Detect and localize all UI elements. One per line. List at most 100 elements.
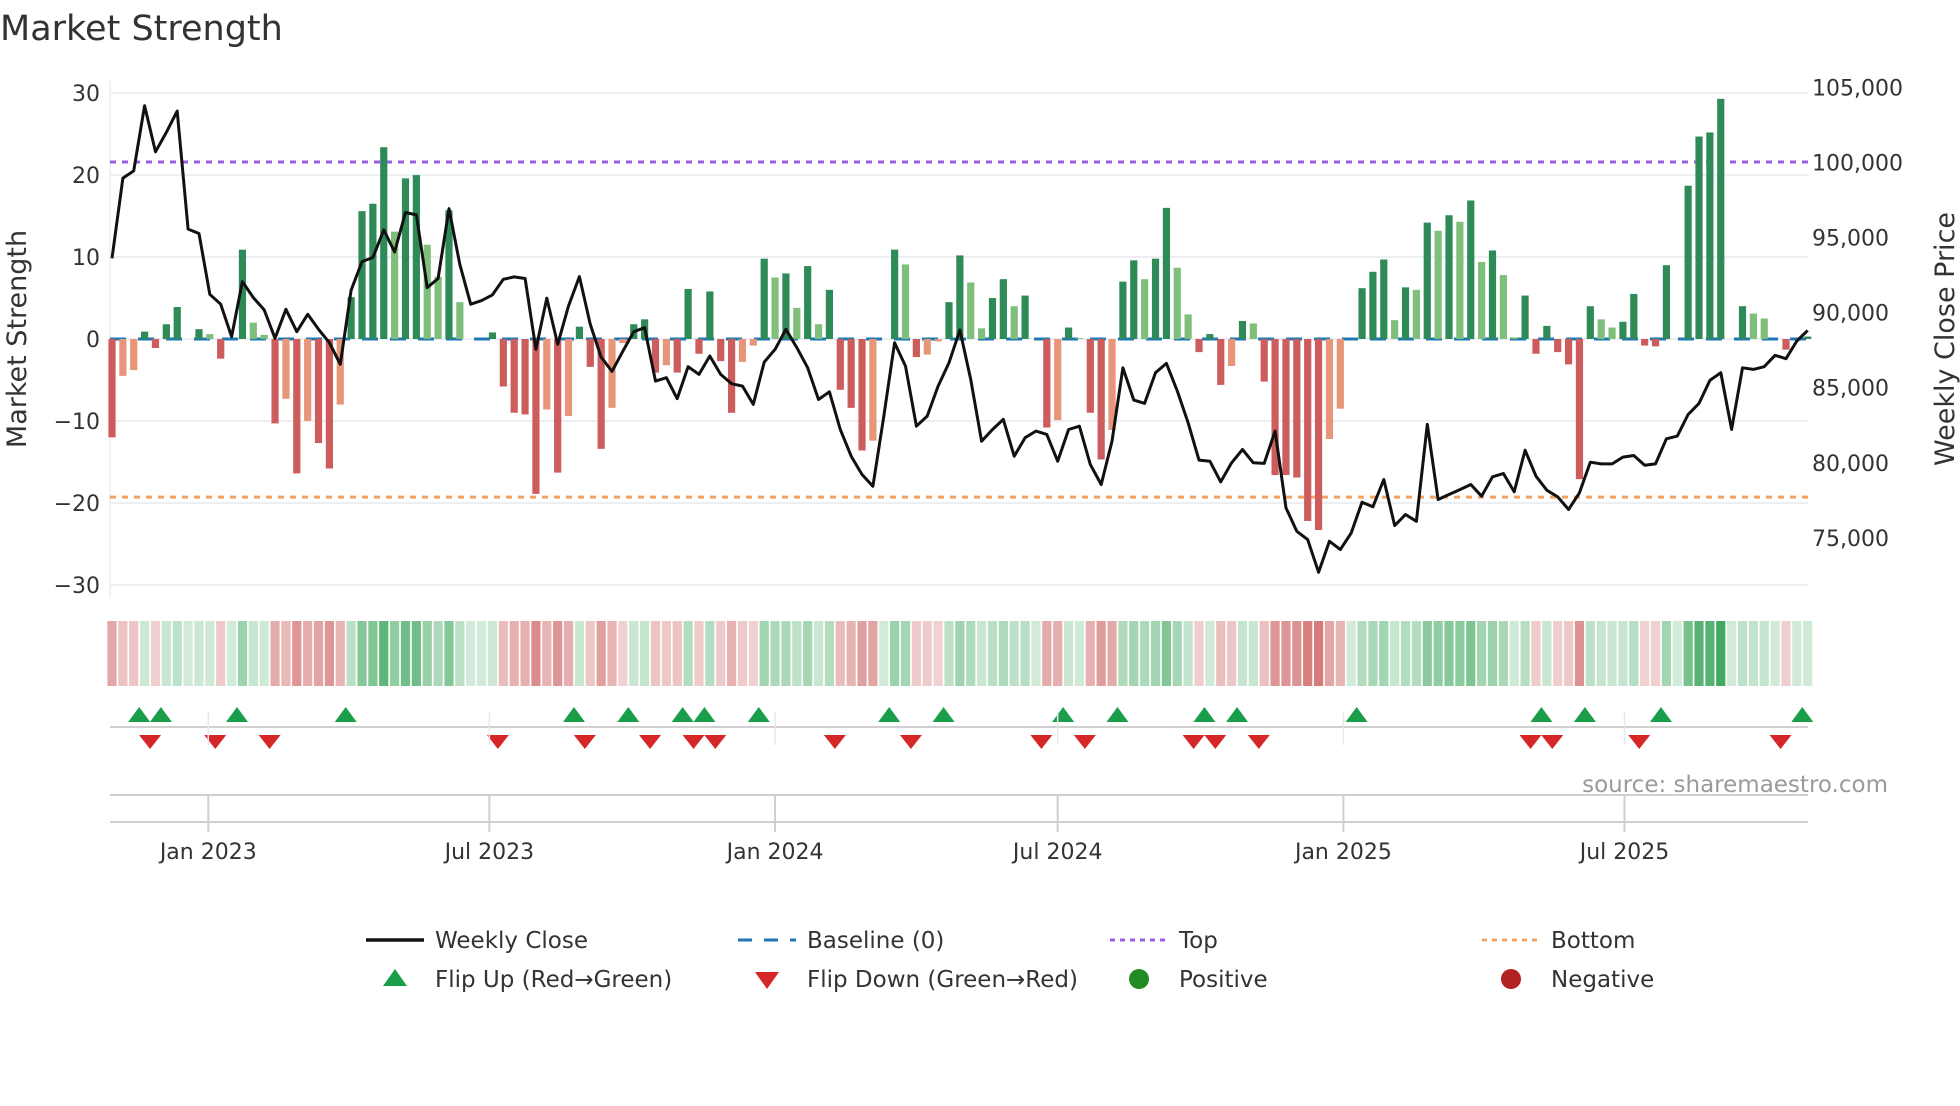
y-axis-right: 105,000 100,000 95,000 90,000 85,000 80,000 75… — [1812, 76, 1903, 552]
y2-tick-label: 80,000 — [1812, 452, 1889, 477]
flip-up-marker — [334, 707, 357, 722]
strength-bar — [108, 339, 116, 438]
strength-bar — [282, 339, 290, 399]
y-tick-label: −30 — [54, 574, 100, 599]
strength-bar — [586, 339, 594, 367]
strip-cell — [1368, 621, 1378, 686]
strength-bar — [260, 334, 268, 339]
strip-cell — [1259, 621, 1269, 686]
strip-cell — [835, 621, 845, 686]
flip-down-marker — [682, 735, 705, 749]
strength-bar — [1597, 319, 1605, 339]
strip-cell — [1335, 621, 1345, 686]
strength-bar — [1434, 230, 1442, 339]
strength-bar — [1206, 334, 1214, 339]
strip-cell — [857, 621, 867, 686]
strip-cell — [1640, 621, 1650, 686]
strip-cell — [281, 621, 291, 686]
x-tick-label: Jul 2024 — [1011, 840, 1103, 865]
flip-up-marker — [693, 707, 716, 722]
strength-bar — [978, 328, 986, 339]
strip-cell — [640, 621, 650, 686]
strength-bar — [380, 147, 388, 339]
strength-bar — [358, 211, 366, 339]
strength-bar — [206, 334, 214, 339]
chart-title: Market Strength — [0, 9, 283, 49]
strip-cell — [629, 621, 639, 686]
strength-bar — [967, 282, 975, 339]
strength-bar — [554, 339, 562, 473]
strip-cell — [574, 621, 585, 686]
strip-cell — [205, 621, 215, 686]
strip-cell — [900, 621, 911, 686]
strip-cell — [998, 621, 1008, 686]
strength-bar — [1217, 339, 1225, 385]
strip-cell — [1705, 621, 1715, 686]
strength-bar — [1282, 339, 1290, 476]
strip-cell — [324, 621, 334, 686]
strength-bar — [988, 298, 997, 339]
strip-cell — [879, 621, 889, 686]
strength-bar — [151, 339, 160, 349]
strength-bar — [1141, 279, 1149, 339]
strip-cell — [890, 621, 900, 686]
strip-cell — [1487, 621, 1498, 686]
strip-cell — [498, 621, 508, 686]
strip-cell — [683, 621, 693, 686]
strength-bar — [1304, 339, 1312, 521]
flip-down-marker — [139, 735, 162, 749]
strength-bar — [1021, 295, 1029, 339]
flip-up-marker — [878, 707, 901, 722]
strength-bar — [999, 279, 1007, 339]
y2-axis-title: Weekly Close Price — [1930, 212, 1960, 466]
strength-bar — [1314, 339, 1323, 530]
strip-cell — [1563, 621, 1574, 686]
strength-bar — [1260, 339, 1268, 382]
market-strength-chart: Market Strength 30 20 10 0 −10 −20 −30 105,000… — [0, 9, 1960, 993]
strength-bar — [695, 339, 703, 354]
y2-tick-label: 75,000 — [1812, 527, 1889, 552]
strength-bar — [1173, 267, 1181, 339]
strength-bar — [1412, 289, 1420, 339]
legend-item-close: Weekly Close — [366, 928, 588, 954]
strength-bar — [738, 339, 747, 362]
strength-bars — [108, 98, 1812, 530]
strip-cell — [1694, 621, 1704, 686]
strength-bar — [923, 339, 931, 355]
strength-bar — [1445, 215, 1453, 339]
strength-bar — [1358, 288, 1366, 339]
strip-cell — [1303, 621, 1313, 686]
strength-bar — [1336, 339, 1344, 409]
flip-up-marker — [1573, 707, 1596, 722]
strip-cell — [596, 621, 606, 686]
strength-bar — [727, 339, 736, 413]
x-tick-label: Jan 2023 — [158, 840, 257, 865]
strip-cell — [813, 621, 824, 686]
flip-up-marker — [1106, 707, 1129, 722]
strip-cell — [183, 621, 193, 686]
strength-bar — [912, 339, 920, 358]
legend-item-flip-down: Flip Down (Green→Red) — [755, 967, 1078, 993]
flip-up-marker — [1345, 707, 1368, 722]
strip-cell — [1031, 621, 1041, 686]
flip-up-marker — [747, 707, 770, 722]
strength-bar — [1043, 339, 1051, 428]
strength-bar — [1510, 337, 1518, 339]
strength-bar — [956, 255, 964, 339]
strength-bar — [1228, 339, 1236, 367]
legend-label: Flip Down (Green→Red) — [807, 967, 1078, 993]
strip-cell — [955, 621, 965, 686]
strength-bar — [1760, 318, 1768, 339]
y-tick-label: 0 — [86, 328, 100, 353]
flip-down-marker — [1769, 735, 1792, 749]
strip-cell — [1270, 621, 1280, 686]
y-tick-label: 30 — [72, 82, 100, 107]
legend: Weekly Close Baseline (0) Top Bottom Flip Up… — [366, 928, 1654, 993]
strip-cell — [1227, 621, 1237, 686]
strip-cell — [966, 621, 976, 686]
strip-cell — [129, 621, 139, 686]
strip-cell — [1531, 621, 1541, 686]
legend-label: Top — [1178, 928, 1218, 954]
strip-cell — [194, 621, 204, 686]
x-tick-label: Jan 2024 — [725, 840, 824, 865]
